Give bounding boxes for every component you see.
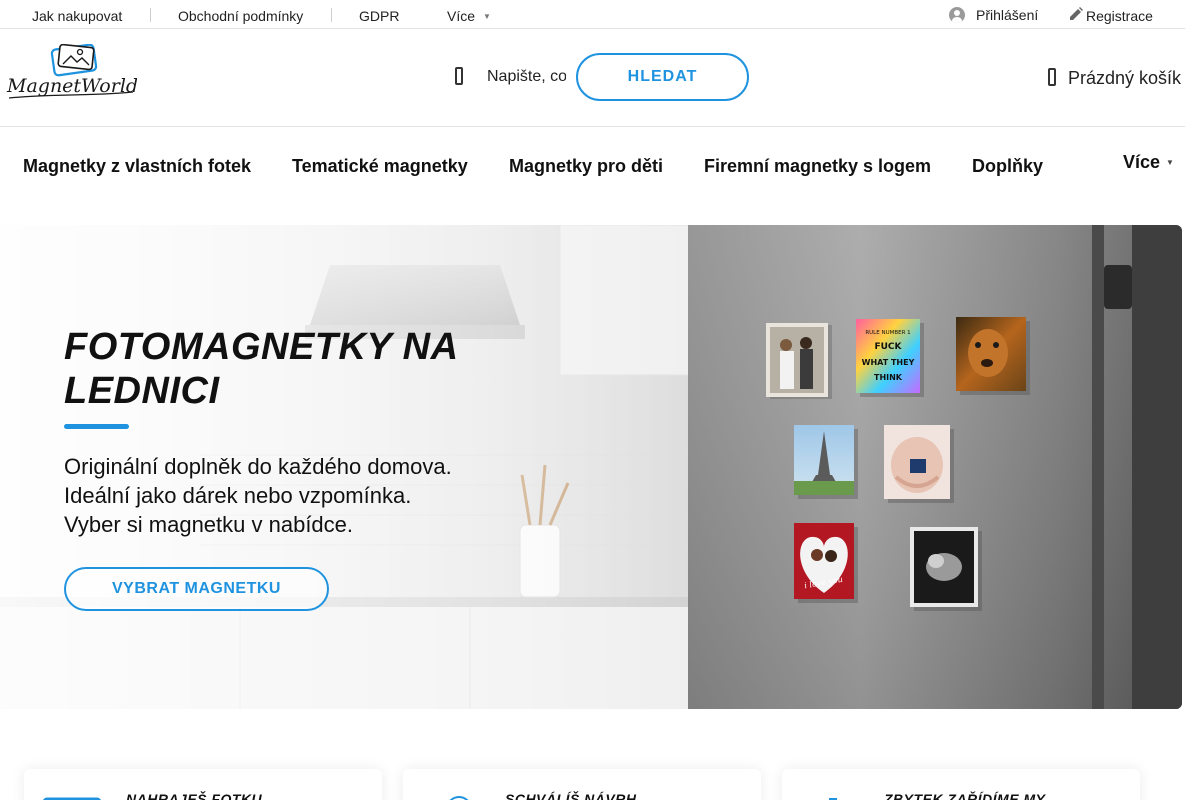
toplink-gdpr[interactable]: GDPR <box>359 8 399 24</box>
main-navigation: Magnetky z vlastních fotek Tematické mag… <box>0 127 1185 202</box>
nav-item-accessories[interactable]: Doplňky <box>972 156 1043 177</box>
toplink-more[interactable]: Více ▼ <box>447 8 491 24</box>
divider <box>150 8 151 22</box>
svg-text:THINK: THINK <box>874 373 903 382</box>
nav-more[interactable]: Více ▼ <box>1123 152 1174 173</box>
cart-icon[interactable] <box>1046 67 1060 87</box>
delivery-icon <box>829 798 837 800</box>
svg-text:WHAT THEY: WHAT THEY <box>862 358 915 367</box>
search-input[interactable] <box>482 63 566 91</box>
nav-more-label: Více <box>1123 152 1161 172</box>
top-bar: Jak nakupovat Obchodní podmínky GDPR Víc… <box>0 0 1185 29</box>
site-header: MagnetWorld HLEDAT Prázdný košík <box>0 29 1185 127</box>
magnetworld-logo[interactable]: MagnetWorld <box>5 44 137 104</box>
search-button[interactable]: HLEDAT <box>576 53 749 101</box>
chevron-down-icon: ▼ <box>1166 158 1174 167</box>
step-card-title: SCHVÁLÍŠ NÁVRH <box>505 791 637 800</box>
hero-subtitle-line: Vyber si magnetku v nabídce. <box>64 512 354 537</box>
step-card-delivery: ZBYTEK ZAŘÍDÍME MY <box>782 769 1140 800</box>
login-link[interactable]: Přihlášení <box>976 7 1038 23</box>
step-card-title: ZBYTEK ZAŘÍDÍME MY <box>884 791 1046 800</box>
hero-title: FOTOMAGNETKY NA LEDNICI <box>64 325 534 413</box>
nav-item-company-magnets[interactable]: Firemní magnetky s logem <box>704 156 931 177</box>
choose-magnet-button[interactable]: VYBRAT MAGNETKU <box>64 567 329 611</box>
step-card-approve: SCHVÁLÍŠ NÁVRH <box>403 769 761 800</box>
hero-subtitle: Originální doplněk do každého domova. Id… <box>64 452 452 539</box>
step-card-title: NAHRAJEŠ FOTKU <box>126 791 263 800</box>
svg-text:FUCK: FUCK <box>874 342 902 352</box>
nav-item-kids-magnets[interactable]: Magnetky pro děti <box>509 156 663 177</box>
chevron-down-icon: ▼ <box>483 12 491 21</box>
toplink-terms[interactable]: Obchodní podmínky <box>178 8 303 24</box>
hero-banner: RULE NUMBER 1 FUCK WHAT THEY THINK i lov… <box>0 225 1182 709</box>
user-icon <box>949 7 965 23</box>
check-circle-icon <box>449 796 469 800</box>
hero-title-line1: FOTOMAGNETKY NA <box>64 326 459 368</box>
cart-link[interactable]: Prázdný košík <box>1068 68 1181 89</box>
pencil-icon <box>1070 7 1083 20</box>
hero-title-line2: LEDNICI <box>64 370 220 412</box>
hero-title-underline <box>64 424 129 429</box>
upload-photo-icon <box>42 797 102 800</box>
search-icon[interactable] <box>452 66 470 86</box>
toplink-how-to-buy[interactable]: Jak nakupovat <box>32 8 122 24</box>
svg-text:RULE NUMBER 1: RULE NUMBER 1 <box>865 330 910 336</box>
nav-item-themed-magnets[interactable]: Tematické magnetky <box>292 156 468 177</box>
hero-subtitle-line: Originální doplněk do každého domova. <box>64 454 452 479</box>
hero-subtitle-line: Ideální jako dárek nebo vzpomínka. <box>64 483 412 508</box>
register-link[interactable]: Registrace <box>1086 8 1153 24</box>
step-card-upload: NAHRAJEŠ FOTKU <box>24 769 382 800</box>
toplink-more-label: Více <box>447 8 476 24</box>
nav-item-own-photo-magnets[interactable]: Magnetky z vlastních fotek <box>23 156 251 177</box>
divider <box>331 8 332 22</box>
